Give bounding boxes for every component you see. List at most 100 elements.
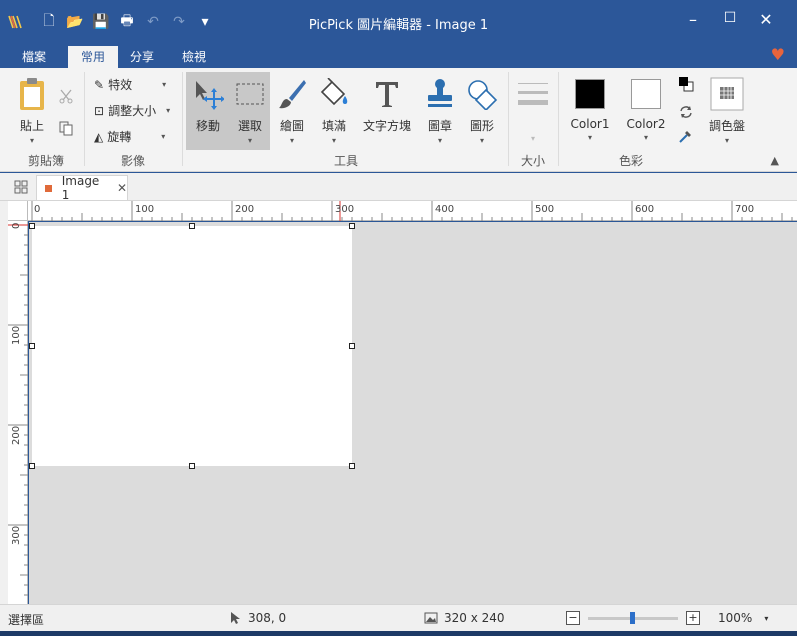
minimize-button[interactable]: – (678, 10, 708, 29)
cursor-position-text: 308, 0 (248, 611, 287, 625)
ruler-label: 700 (735, 204, 755, 215)
tools-group-label: 工具 (333, 154, 358, 168)
maximize-button[interactable]: ☐ (715, 10, 745, 26)
chevron-down-icon: ▾ (166, 106, 171, 115)
ruler-label: 200 (11, 425, 22, 445)
color1-button[interactable]: Color1 ▾ (566, 74, 614, 142)
resize-handle[interactable] (349, 343, 355, 349)
color1-label: Color1 (570, 117, 610, 131)
title-bar: 🗋 📂 💾 🖶 ↶ ↷ ▾ PicPick 圖片編輯器 - Image 1 – … (0, 0, 797, 44)
close-button[interactable]: ✕ (751, 10, 781, 29)
cut-icon[interactable] (58, 88, 74, 104)
paste-button[interactable]: 貼上 ▾ (14, 74, 50, 145)
size-group-label: 大小 (520, 154, 545, 168)
document-modified-icon (45, 184, 52, 192)
resize-handle[interactable] (29, 343, 35, 349)
resize-handle[interactable] (349, 223, 355, 229)
ruler-label: 100 (11, 325, 22, 345)
tab-home[interactable]: 常用 (68, 46, 118, 68)
move-tool-button[interactable]: 移動 (190, 74, 226, 134)
document-tab[interactable]: Image 1 ✕ (36, 174, 128, 202)
rotate-button[interactable]: ◭ 旋轉 ▾ (94, 128, 165, 145)
eyedropper-icon[interactable] (678, 128, 694, 144)
line-width-icon (518, 83, 548, 105)
chevron-down-icon: ▾ (587, 133, 592, 142)
color1-swatch (575, 79, 605, 109)
stamp-tool-button[interactable]: 圖章 ▾ (422, 74, 458, 145)
grid-view-icon[interactable] (14, 180, 28, 194)
draw-tool-button[interactable]: 繪圖 ▾ (274, 74, 310, 145)
draw-label: 繪圖 (279, 119, 304, 133)
zoom-slider[interactable] (588, 612, 678, 624)
ruler-label: 400 (435, 204, 455, 215)
heart-icon[interactable]: ♥ (771, 45, 785, 64)
ruler-label: 200 (235, 204, 255, 215)
chevron-down-icon: ▾ (289, 136, 294, 145)
zoom-in-button[interactable]: + (686, 611, 700, 625)
chevron-down-icon: ▾ (643, 133, 648, 142)
copy-icon[interactable] (58, 120, 74, 136)
resize-handle[interactable] (29, 223, 35, 229)
ruler-label: 0 (34, 204, 41, 215)
effects-button[interactable]: ✎ 特效 ▾ (94, 76, 166, 93)
tab-file[interactable]: 檔案 (10, 46, 58, 68)
zoom-out-button[interactable]: − (566, 611, 580, 625)
horizontal-ruler: 0 100 200 300 400 500 600 700 (28, 201, 797, 221)
status-tool: 選擇區 (8, 613, 45, 627)
collapse-ribbon-icon[interactable]: ▲ (771, 154, 779, 167)
clipboard-group-label: 剪貼簿 (27, 154, 64, 168)
zoom-level[interactable]: 100% ▾ (718, 611, 768, 625)
fill-tool-button[interactable]: 填滿 ▾ (316, 74, 352, 145)
chevron-down-icon: ▾ (29, 136, 34, 145)
status-bar: 選擇區 308, 0 320 x 240 − + 100% ▾ (0, 604, 797, 631)
select-label: 選取 (237, 119, 262, 133)
stamp-label: 圖章 (427, 119, 452, 133)
paste-icon (20, 78, 44, 110)
resize-handle[interactable] (349, 463, 355, 469)
chevron-down-icon: ▾ (437, 136, 442, 145)
resize-handle[interactable] (189, 463, 195, 469)
text-box-tool-button[interactable]: 文字方塊 (360, 74, 414, 134)
vertical-ruler: 0 100 200 300 (8, 221, 28, 604)
ruler-corner (8, 201, 28, 221)
chevron-down-icon: ▾ (764, 613, 769, 623)
ruler-label: 300 (11, 525, 22, 545)
vertical-ruler-ticks (8, 224, 28, 596)
ribbon: 貼上 ▾ 剪貼簿 ✎ 特效 ▾ ⊡ 調整大小 ▾ ◭ 旋轉 ▾ 影像 移動 選取… (0, 68, 797, 172)
paint-bucket-icon (320, 78, 348, 106)
resize-handle[interactable] (29, 463, 35, 469)
close-tab-icon[interactable]: ✕ (117, 181, 127, 195)
zoom-slider-thumb[interactable] (630, 612, 635, 624)
rotate-icon: ◭ (94, 129, 104, 144)
stamp-icon (428, 79, 452, 107)
brush-icon (279, 80, 306, 109)
select-tool-button[interactable]: 選取 ▾ (232, 74, 268, 145)
chevron-down-icon: ▾ (530, 134, 535, 143)
resize-handle[interactable] (189, 223, 195, 229)
document-tab-bar: Image 1 ✕ (0, 173, 797, 202)
palette-button[interactable]: 調色盤 ▾ (704, 74, 750, 145)
image-canvas[interactable] (32, 226, 352, 466)
swap-colors-icon[interactable] (678, 104, 694, 120)
resize-button[interactable]: ⊡ 調整大小 ▾ (94, 102, 170, 119)
palette-icon (710, 77, 744, 111)
size-button[interactable]: ▾ (514, 74, 552, 143)
shape-tool-button[interactable]: 圖形 ▾ (464, 74, 500, 145)
tab-view[interactable]: 檢視 (170, 46, 218, 68)
chevron-down-icon: ▾ (331, 136, 336, 145)
default-colors-icon[interactable] (678, 76, 694, 92)
text-icon (376, 82, 398, 107)
tab-share[interactable]: 分享 (118, 46, 166, 68)
magic-wand-icon: ✎ (94, 77, 105, 92)
ribbon-tabs: 檔案 常用 分享 檢視 ♥ (0, 44, 797, 68)
resize-icon: ⊡ (94, 103, 105, 118)
cursor-icon (231, 612, 240, 624)
palette-label: 調色盤 (708, 119, 745, 133)
shapes-icon (468, 80, 498, 110)
color2-swatch (631, 79, 661, 109)
ruler-label: 500 (535, 204, 555, 215)
selection-rectangle-icon (236, 83, 264, 105)
color2-label: Color2 (626, 117, 666, 131)
image-size-text: 320 x 240 (444, 611, 505, 625)
color2-button[interactable]: Color2 ▾ (622, 74, 670, 142)
